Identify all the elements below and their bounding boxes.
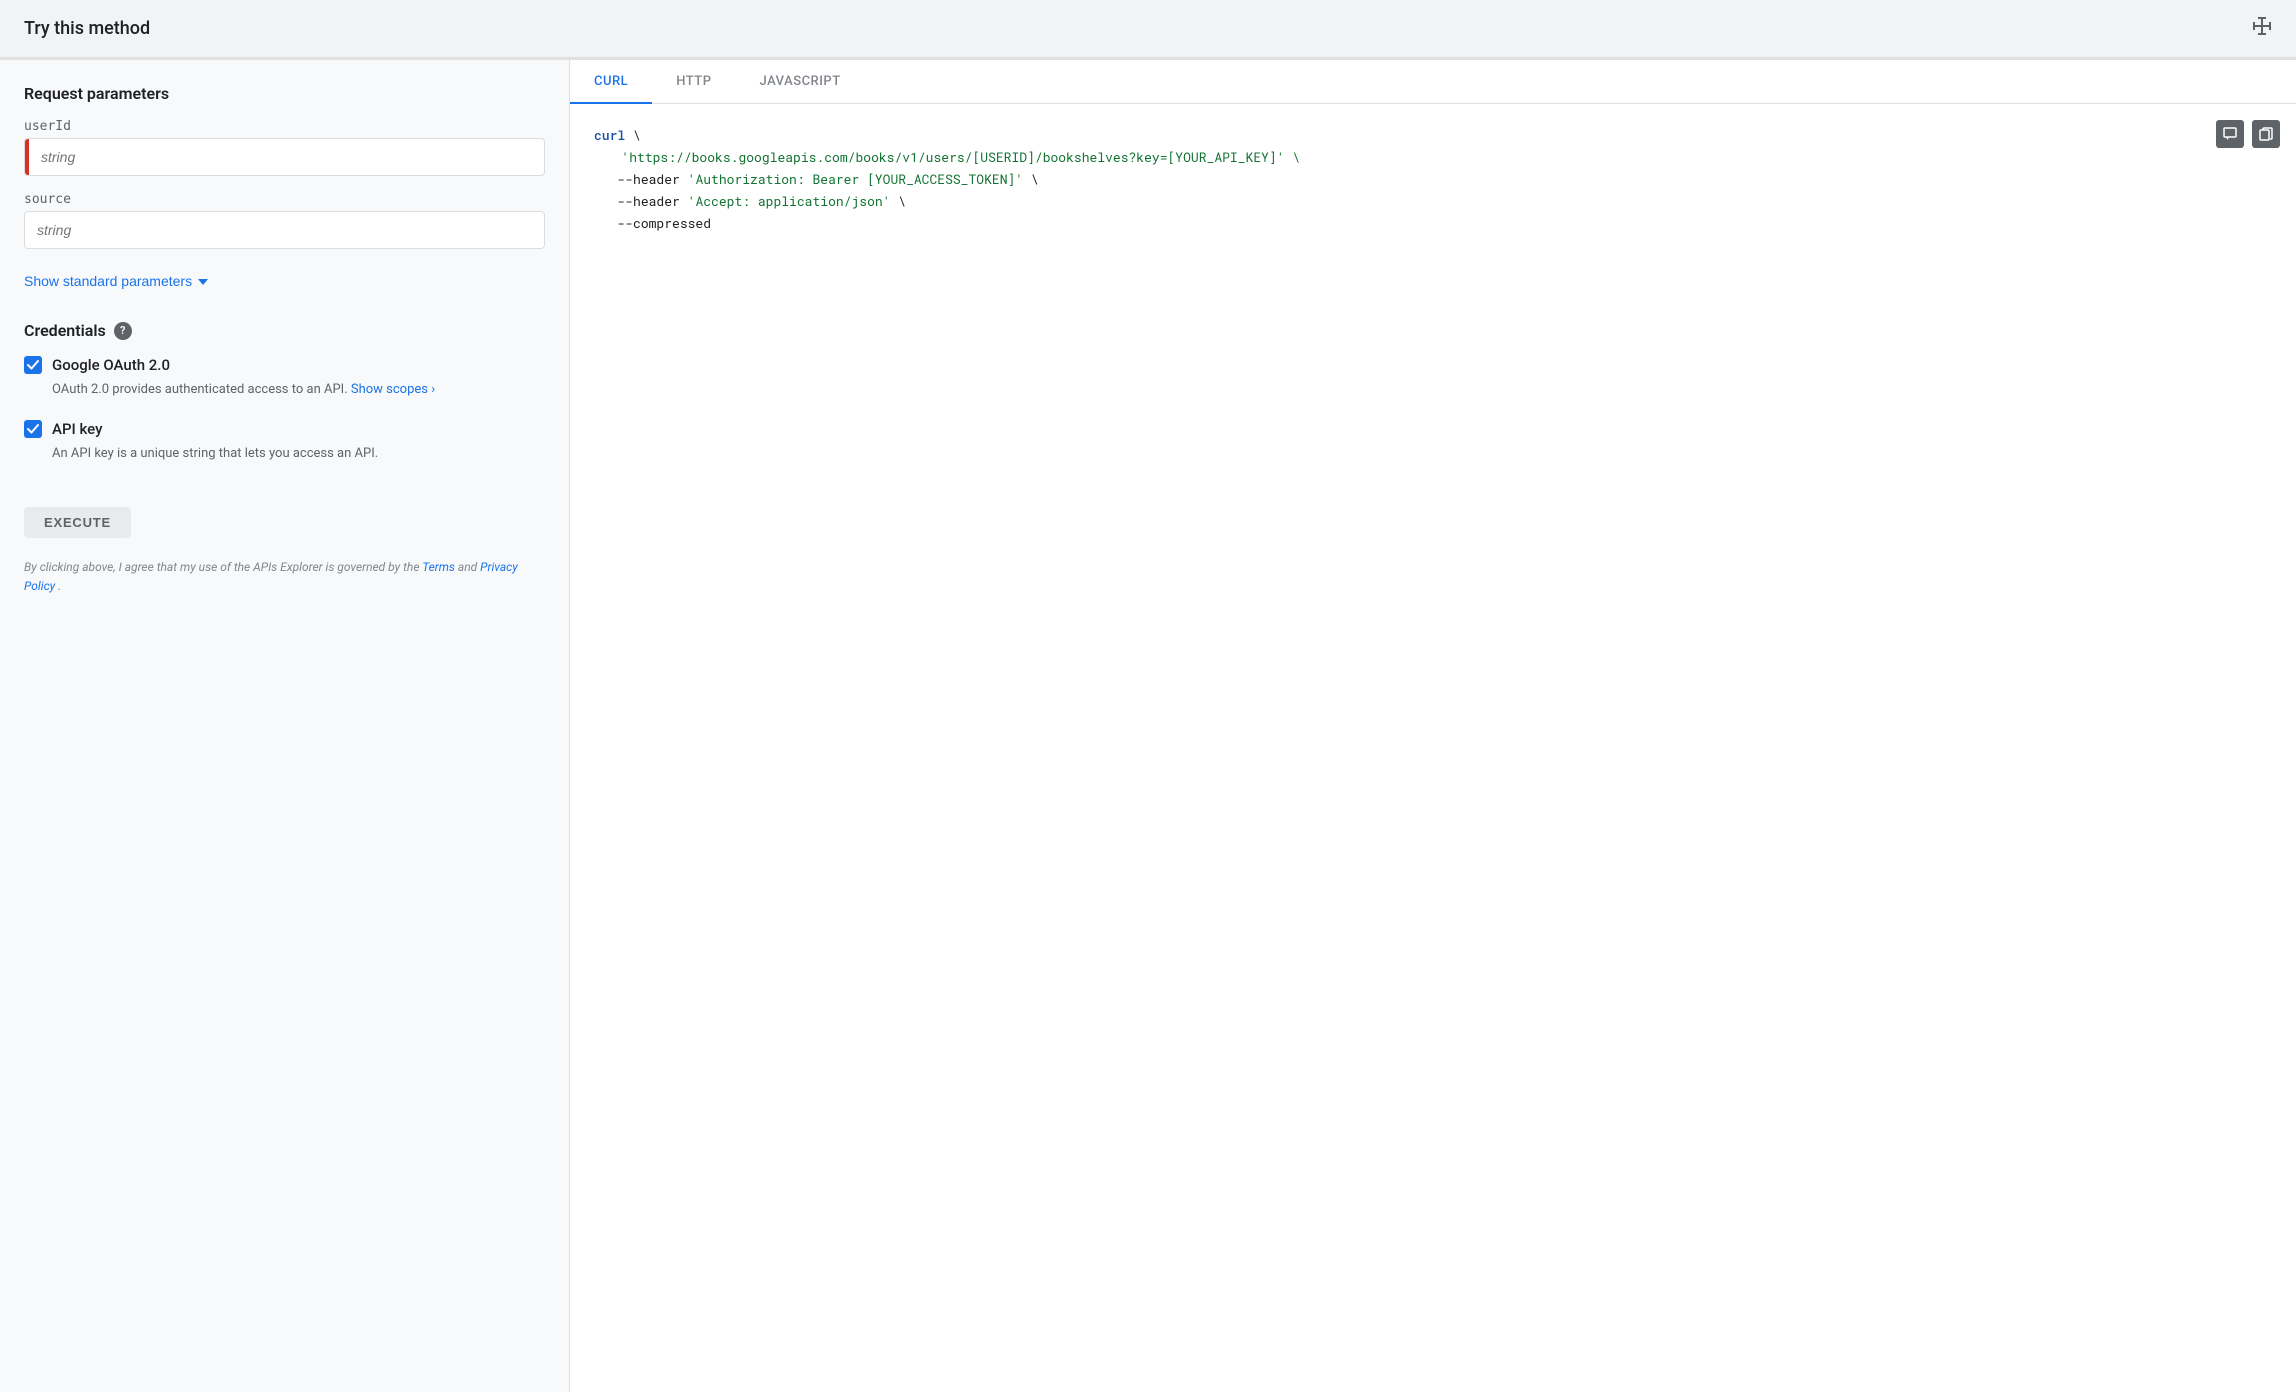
code-line-5: --compressed (594, 212, 2272, 234)
credential-oauth-item: Google OAuth 2.0 OAuth 2.0 provides auth… (24, 356, 545, 400)
legal-period: . (58, 579, 61, 593)
legal-and: and (458, 560, 477, 574)
credential-apikey-item: API key An API key is a unique string th… (24, 420, 545, 464)
code-accept-value: 'Accept: application/json' (688, 192, 891, 210)
credentials-header: Credentials ? (24, 321, 545, 340)
left-panel: Request parameters userId source Show st… (0, 60, 570, 1392)
credentials-section: Credentials ? Google OAuth 2.0 O (24, 321, 545, 463)
tab-http[interactable]: HTTP (652, 60, 735, 103)
terms-link[interactable]: Terms (422, 560, 458, 574)
credential-apikey-row: API key (24, 420, 545, 438)
credentials-title: Credentials (24, 321, 106, 340)
page-container: Try this method Request parameters (0, 0, 2296, 1392)
credential-apikey-desc: An API key is a unique string that lets … (52, 444, 545, 464)
code-panel: curl \ 'https://books.googleapis.com/boo… (570, 104, 2296, 1392)
main-content: Request parameters userId source Show st… (0, 59, 2296, 1392)
code-accept-header: --header (617, 192, 687, 210)
param-userid-label: userId (24, 119, 545, 134)
show-standard-params-label: Show standard parameters (24, 273, 192, 289)
credential-apikey-name: API key (52, 420, 102, 438)
tab-javascript[interactable]: JAVASCRIPT (735, 60, 864, 103)
code-auth-value: 'Authorization: Bearer [YOUR_ACCESS_TOKE… (688, 170, 1023, 188)
show-standard-params-button[interactable]: Show standard parameters (24, 265, 208, 297)
chat-code-button[interactable] (2216, 120, 2244, 148)
request-params-title: Request parameters (24, 84, 545, 103)
code-line-1: curl \ (594, 124, 2272, 146)
code-line-4: --header 'Accept: application/json' \ (594, 190, 2272, 212)
credential-apikey-checkbox[interactable] (24, 420, 42, 438)
param-userid-input-wrapper (24, 138, 545, 176)
code-auth-header: --header (617, 170, 687, 188)
show-scopes-link[interactable]: Show scopes › (351, 382, 435, 397)
header: Try this method (0, 0, 2296, 58)
credential-apikey-desc-text: An API key is a unique string that lets … (52, 446, 378, 461)
code-url: 'https://books.googleapis.com/books/v1/u… (621, 148, 1300, 166)
execute-button[interactable]: EXECUTE (24, 507, 131, 538)
credential-oauth-desc-text: OAuth 2.0 provides authenticated access … (52, 382, 348, 397)
chevron-down-icon (198, 279, 208, 285)
credential-oauth-name: Google OAuth 2.0 (52, 356, 170, 374)
copy-code-button[interactable] (2252, 120, 2280, 148)
code-block: curl \ 'https://books.googleapis.com/boo… (594, 124, 2272, 234)
credentials-help-icon[interactable]: ? (114, 322, 132, 340)
param-source-label: source (24, 192, 545, 207)
tab-curl[interactable]: cURL (570, 60, 652, 103)
code-curl-keyword: curl (594, 126, 625, 144)
legal-text: By clicking above, I agree that my use o… (24, 558, 545, 596)
expand-icon[interactable] (2252, 16, 2272, 41)
credential-oauth-row: Google OAuth 2.0 (24, 356, 545, 374)
credential-oauth-desc: OAuth 2.0 provides authenticated access … (52, 380, 545, 400)
credential-oauth-checkbox[interactable] (24, 356, 42, 374)
right-panel: cURL HTTP JAVASCRIPT (570, 60, 2296, 1392)
legal-text-before: By clicking above, I agree that my use o… (24, 560, 420, 574)
tabs-container: cURL HTTP JAVASCRIPT (570, 60, 2296, 104)
code-compressed: --compressed (617, 214, 711, 232)
scopes-chevron: › (431, 382, 435, 397)
param-source-input-wrapper (24, 211, 545, 249)
page-title: Try this method (24, 18, 150, 39)
param-userid-input[interactable] (29, 139, 544, 175)
code-line-2: 'https://books.googleapis.com/books/v1/u… (594, 146, 2272, 168)
code-backslash-1: \ (633, 126, 641, 144)
code-actions (2216, 120, 2280, 148)
code-line-3: --header 'Authorization: Bearer [YOUR_AC… (594, 168, 2272, 190)
param-source-input[interactable] (24, 211, 545, 249)
